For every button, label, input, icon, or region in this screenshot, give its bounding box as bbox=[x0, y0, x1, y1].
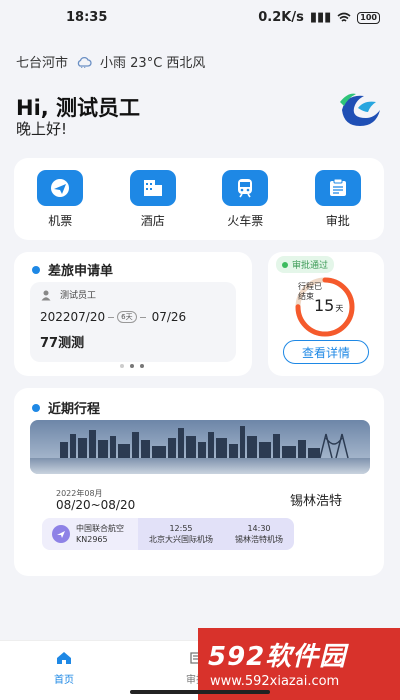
battery-icon: 100 bbox=[357, 11, 380, 24]
section-dot bbox=[32, 403, 40, 412]
train-icon bbox=[222, 169, 269, 206]
network-speed: 0.2K/s bbox=[258, 10, 304, 25]
recent-trip-title: 近期行程 bbox=[48, 402, 101, 417]
trip-status-card: 审批通过 行程已 结束 15 天 查看详情 bbox=[268, 252, 384, 376]
greeting-subtitle: 晚上好! bbox=[16, 120, 68, 138]
arrival-airport: 锡林浩特机场 bbox=[235, 535, 283, 544]
section-dot bbox=[32, 265, 40, 274]
travel-request-title: 差旅申请单 bbox=[48, 264, 114, 279]
tab-home[interactable]: 首页 bbox=[54, 651, 74, 686]
tab-label: 首页 bbox=[54, 675, 74, 686]
airline-name: 中国联合航空 bbox=[76, 524, 124, 533]
status-badge: 审批通过 bbox=[276, 256, 335, 273]
view-details-button[interactable]: 查看详情 bbox=[283, 340, 369, 364]
travel-request-item[interactable]: 测试员工 202207/20 6天 07/26 77测测 bbox=[30, 282, 236, 362]
clock: 18:35 bbox=[66, 10, 108, 25]
quick-action-label: 机票 bbox=[48, 213, 73, 228]
end-date-value: 07/26 bbox=[151, 310, 187, 324]
status-bar: 18:35 0.2K/s ▮▮▮ 100 bbox=[0, 0, 400, 36]
days-badge: 6天 bbox=[117, 311, 137, 323]
quick-actions-card: 机票 酒店 火车票 审批 bbox=[14, 158, 384, 240]
days-unit: 天 bbox=[335, 304, 344, 313]
quick-action-label: 审批 bbox=[325, 213, 350, 228]
city-skyline-image bbox=[30, 420, 370, 474]
signal-icon: ▮▮▮ bbox=[309, 10, 332, 25]
company-logo bbox=[340, 93, 380, 126]
applicant-name: 测试员工 bbox=[60, 291, 97, 301]
quick-action-hotel[interactable]: 酒店 bbox=[129, 169, 176, 229]
quick-action-label: 火车票 bbox=[227, 213, 264, 228]
home-icon bbox=[57, 652, 71, 664]
watermark-url: www.592xiazai.com bbox=[210, 674, 340, 689]
cloud-icon bbox=[77, 56, 92, 68]
start-date: 202207/20 bbox=[40, 310, 106, 324]
hotel-icon bbox=[129, 169, 176, 206]
weather-bar: 七台河市 小雨 23°C 西北风 bbox=[16, 52, 205, 71]
flight-info[interactable]: 中国联合航空 KN2965 12:55 北京大兴国际机场 14:30 锡林浩特机… bbox=[42, 518, 294, 550]
request-name: 77测测 bbox=[40, 336, 85, 351]
travel-request-header: 差旅申请单 bbox=[32, 260, 113, 279]
quick-action-train[interactable]: 火车票 bbox=[222, 169, 269, 229]
departure-time: 12:55 bbox=[169, 524, 193, 533]
weather-condition: 小雨 23°C 西北风 bbox=[100, 56, 206, 71]
approval-icon bbox=[314, 169, 361, 206]
plane-icon bbox=[37, 169, 84, 206]
wifi-icon bbox=[337, 12, 351, 22]
carousel-indicator bbox=[120, 364, 144, 368]
quick-action-flight[interactable]: 机票 bbox=[37, 169, 84, 229]
flight-number: KN2965 bbox=[76, 535, 108, 544]
quick-action-label: 酒店 bbox=[140, 213, 165, 228]
arrival-time: 14:30 bbox=[247, 524, 271, 533]
watermark-brand: 592软件园 bbox=[208, 642, 347, 672]
days-count: 15 bbox=[314, 296, 335, 315]
travel-request-card: 差旅申请单 测试员工 202207/20 6天 07/26 77测测 bbox=[14, 252, 252, 376]
trip-date-range: 08/20~08/20 bbox=[56, 498, 136, 512]
city-label[interactable]: 七台河市 bbox=[16, 52, 68, 71]
quick-action-approval[interactable]: 审批 bbox=[314, 169, 361, 229]
home-indicator[interactable] bbox=[130, 690, 270, 694]
trip-destination: 锡林浩特 bbox=[290, 494, 343, 509]
ring-label-1: 行程已 bbox=[298, 282, 322, 291]
user-icon bbox=[41, 290, 51, 300]
recent-trip-header: 近期行程 bbox=[32, 398, 100, 417]
airplane-icon bbox=[52, 525, 70, 543]
departure-airport: 北京大兴国际机场 bbox=[149, 535, 213, 544]
recent-trip-card: 近期行程 2022年08月 08/20~08/20 锡林浩特 中国联合航空 KN… bbox=[14, 388, 384, 576]
